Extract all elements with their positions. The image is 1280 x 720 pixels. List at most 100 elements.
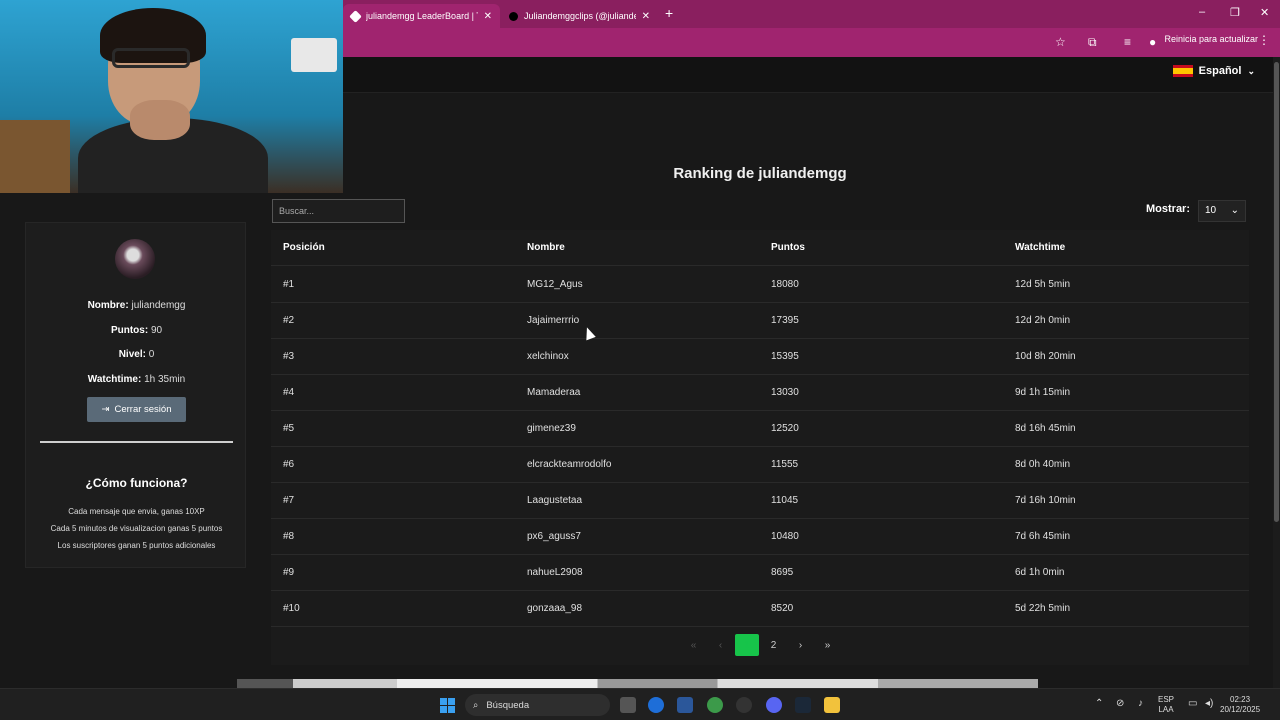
copilot-icon[interactable] (648, 697, 664, 713)
lang-bottom: LAA (1158, 705, 1174, 714)
table-row: #5 gimenez39 12520 8d 16h 45min (271, 411, 1249, 447)
profile-name: Nombre: juliandemgg (26, 300, 247, 311)
chevron-down-icon: ⌄ (1230, 205, 1239, 216)
tab-title: juliandemgg LeaderBoard | The (366, 11, 478, 21)
cell-position: #4 (283, 387, 295, 398)
table-row: #3 xelchinox 15395 10d 8h 20min (271, 339, 1249, 375)
search-input[interactable] (272, 199, 405, 223)
close-tab-icon[interactable]: ✕ (642, 11, 650, 22)
display-icon[interactable]: ▭ (1188, 698, 1197, 709)
microphone-icon[interactable]: ♪ (1138, 698, 1143, 709)
taskbar-search[interactable]: ⌕ Búsqueda (465, 694, 610, 716)
first-page-icon[interactable]: « (680, 634, 707, 656)
network-off-icon[interactable]: ⊘ (1116, 698, 1124, 709)
cell-name: xelchinox (527, 351, 569, 362)
clock[interactable]: 02:23 20/12/2025 (1220, 695, 1260, 715)
file-explorer-icon[interactable] (824, 697, 840, 713)
cell-points: 15395 (771, 351, 799, 362)
table-row: #4 Mamaderaa 13030 9d 1h 15min (271, 375, 1249, 411)
page-button-current[interactable]: 1 (735, 634, 759, 656)
volume-icon[interactable]: ◂) (1205, 698, 1213, 709)
cell-name: px6_aguss7 (527, 531, 581, 542)
table-row: #6 elcrackteamrodolfo 11555 8d 0h 40min (271, 447, 1249, 483)
cell-name: elcrackteamrodolfo (527, 459, 612, 470)
level-value: 0 (148, 349, 155, 360)
clock-time: 02:23 (1230, 695, 1251, 704)
cell-points: 12520 (771, 423, 799, 434)
cell-points: 13030 (771, 387, 799, 398)
logout-button[interactable]: ⇥ Cerrar sesión (87, 397, 186, 422)
table-row: #1 MG12_Agus 18080 12d 5h 5min (271, 267, 1249, 303)
new-tab-icon[interactable]: + (665, 5, 673, 21)
leaderboard-table: Posición Nombre Puntos Watchtime #1 MG12… (271, 230, 1249, 665)
restore-icon[interactable]: ❐ (1230, 6, 1240, 19)
cell-points: 10480 (771, 531, 799, 542)
logout-label: Cerrar sesión (114, 404, 172, 415)
cell-name: gonzaaa_98 (527, 603, 583, 614)
table-header: Posición Nombre Puntos Watchtime (271, 230, 1249, 266)
clock-date: 20/12/2025 (1220, 705, 1261, 714)
cell-position: #1 (283, 279, 295, 290)
bookmark-star-icon[interactable]: ☆ (1055, 35, 1066, 49)
cell-watchtime: 7d 6h 45min (1015, 531, 1071, 542)
scrollbar-thumb[interactable] (1274, 62, 1279, 522)
task-view-icon[interactable] (620, 697, 636, 713)
steam-icon[interactable] (795, 697, 811, 713)
language-selector[interactable]: Español ⌄ (1172, 65, 1255, 77)
profile-card: Nombre: juliandemgg Puntos: 90 Nivel: 0 … (25, 222, 246, 568)
close-tab-icon[interactable]: ✕ (484, 11, 492, 22)
cell-position: #6 (283, 459, 295, 470)
cell-watchtime: 5d 22h 5min (1015, 603, 1071, 614)
card-divider (40, 441, 233, 443)
extensions-icon[interactable]: ⧉ (1088, 35, 1097, 50)
profile-icon[interactable]: ● (1149, 35, 1156, 49)
cell-position: #3 (283, 351, 295, 362)
webcam-air-conditioner (291, 38, 337, 72)
language-label: Español (1198, 65, 1242, 77)
chevron-up-icon[interactable]: ⌃ (1095, 698, 1103, 709)
menu-kebab-icon[interactable]: ⋮ (1258, 33, 1270, 47)
cell-name: gimenez39 (527, 423, 576, 434)
minimize-icon[interactable]: – (1199, 6, 1205, 18)
table-row: #10 gonzaaa_98 8520 5d 22h 5min (271, 591, 1249, 627)
media-controls-icon[interactable]: ≡ (1124, 35, 1131, 49)
tab-leaderboard[interactable]: juliandemgg LeaderBoard | The ✕ (343, 4, 500, 28)
header-points[interactable]: Puntos (771, 242, 805, 253)
cell-watchtime: 12d 5h 5min (1015, 279, 1071, 290)
rule-item: Cada mensaje que envia, ganas 10XP (68, 507, 205, 516)
chrome-icon[interactable] (707, 697, 723, 713)
header-name[interactable]: Nombre (527, 242, 565, 253)
close-window-icon[interactable]: ✕ (1260, 6, 1269, 19)
cell-position: #5 (283, 423, 295, 434)
prev-page-icon[interactable]: ‹ (707, 634, 734, 656)
rule-item: Los suscriptores ganan 5 puntos adiciona… (57, 541, 216, 550)
next-page-icon[interactable]: › (787, 634, 814, 656)
tiktok-favicon-icon (509, 11, 518, 21)
site-favicon-icon (349, 9, 362, 23)
page-title: Ranking de juliandemgg (673, 165, 847, 182)
cell-points: 11555 (771, 459, 799, 470)
header-position[interactable]: Posición (283, 242, 325, 253)
webcam-shelf (0, 120, 70, 193)
windows-start-icon[interactable] (440, 698, 455, 713)
cell-watchtime: 9d 1h 15min (1015, 387, 1071, 398)
word-icon[interactable] (677, 697, 693, 713)
watchtime-value: 1h 35min (144, 374, 186, 385)
cell-points: 8520 (771, 603, 794, 614)
obs-icon[interactable] (736, 697, 752, 713)
cell-position: #7 (283, 495, 295, 506)
page-button[interactable]: 2 (760, 634, 787, 656)
site-navbar: Español ⌄ (343, 57, 1273, 93)
cell-points: 17395 (771, 315, 799, 326)
discord-icon[interactable] (766, 697, 782, 713)
tab-tiktok[interactable]: Juliandemggclips (@juliandem ✕ (501, 4, 658, 28)
update-button[interactable]: Reinicia para actualizar (1164, 34, 1258, 44)
avatar (115, 239, 155, 279)
input-language[interactable]: ESP LAA (1158, 695, 1174, 715)
header-watchtime[interactable]: Watchtime (1015, 242, 1065, 253)
browser-tab-bar: juliandemgg LeaderBoard | The ✕ Juliande… (343, 0, 1280, 28)
table-row: #9 nahueL2908 8695 6d 1h 0min (271, 555, 1249, 591)
cell-name: Mamaderaa (527, 387, 581, 398)
show-count-select[interactable]: 10 ⌄ (1198, 200, 1246, 222)
last-page-icon[interactable]: » (814, 634, 841, 656)
